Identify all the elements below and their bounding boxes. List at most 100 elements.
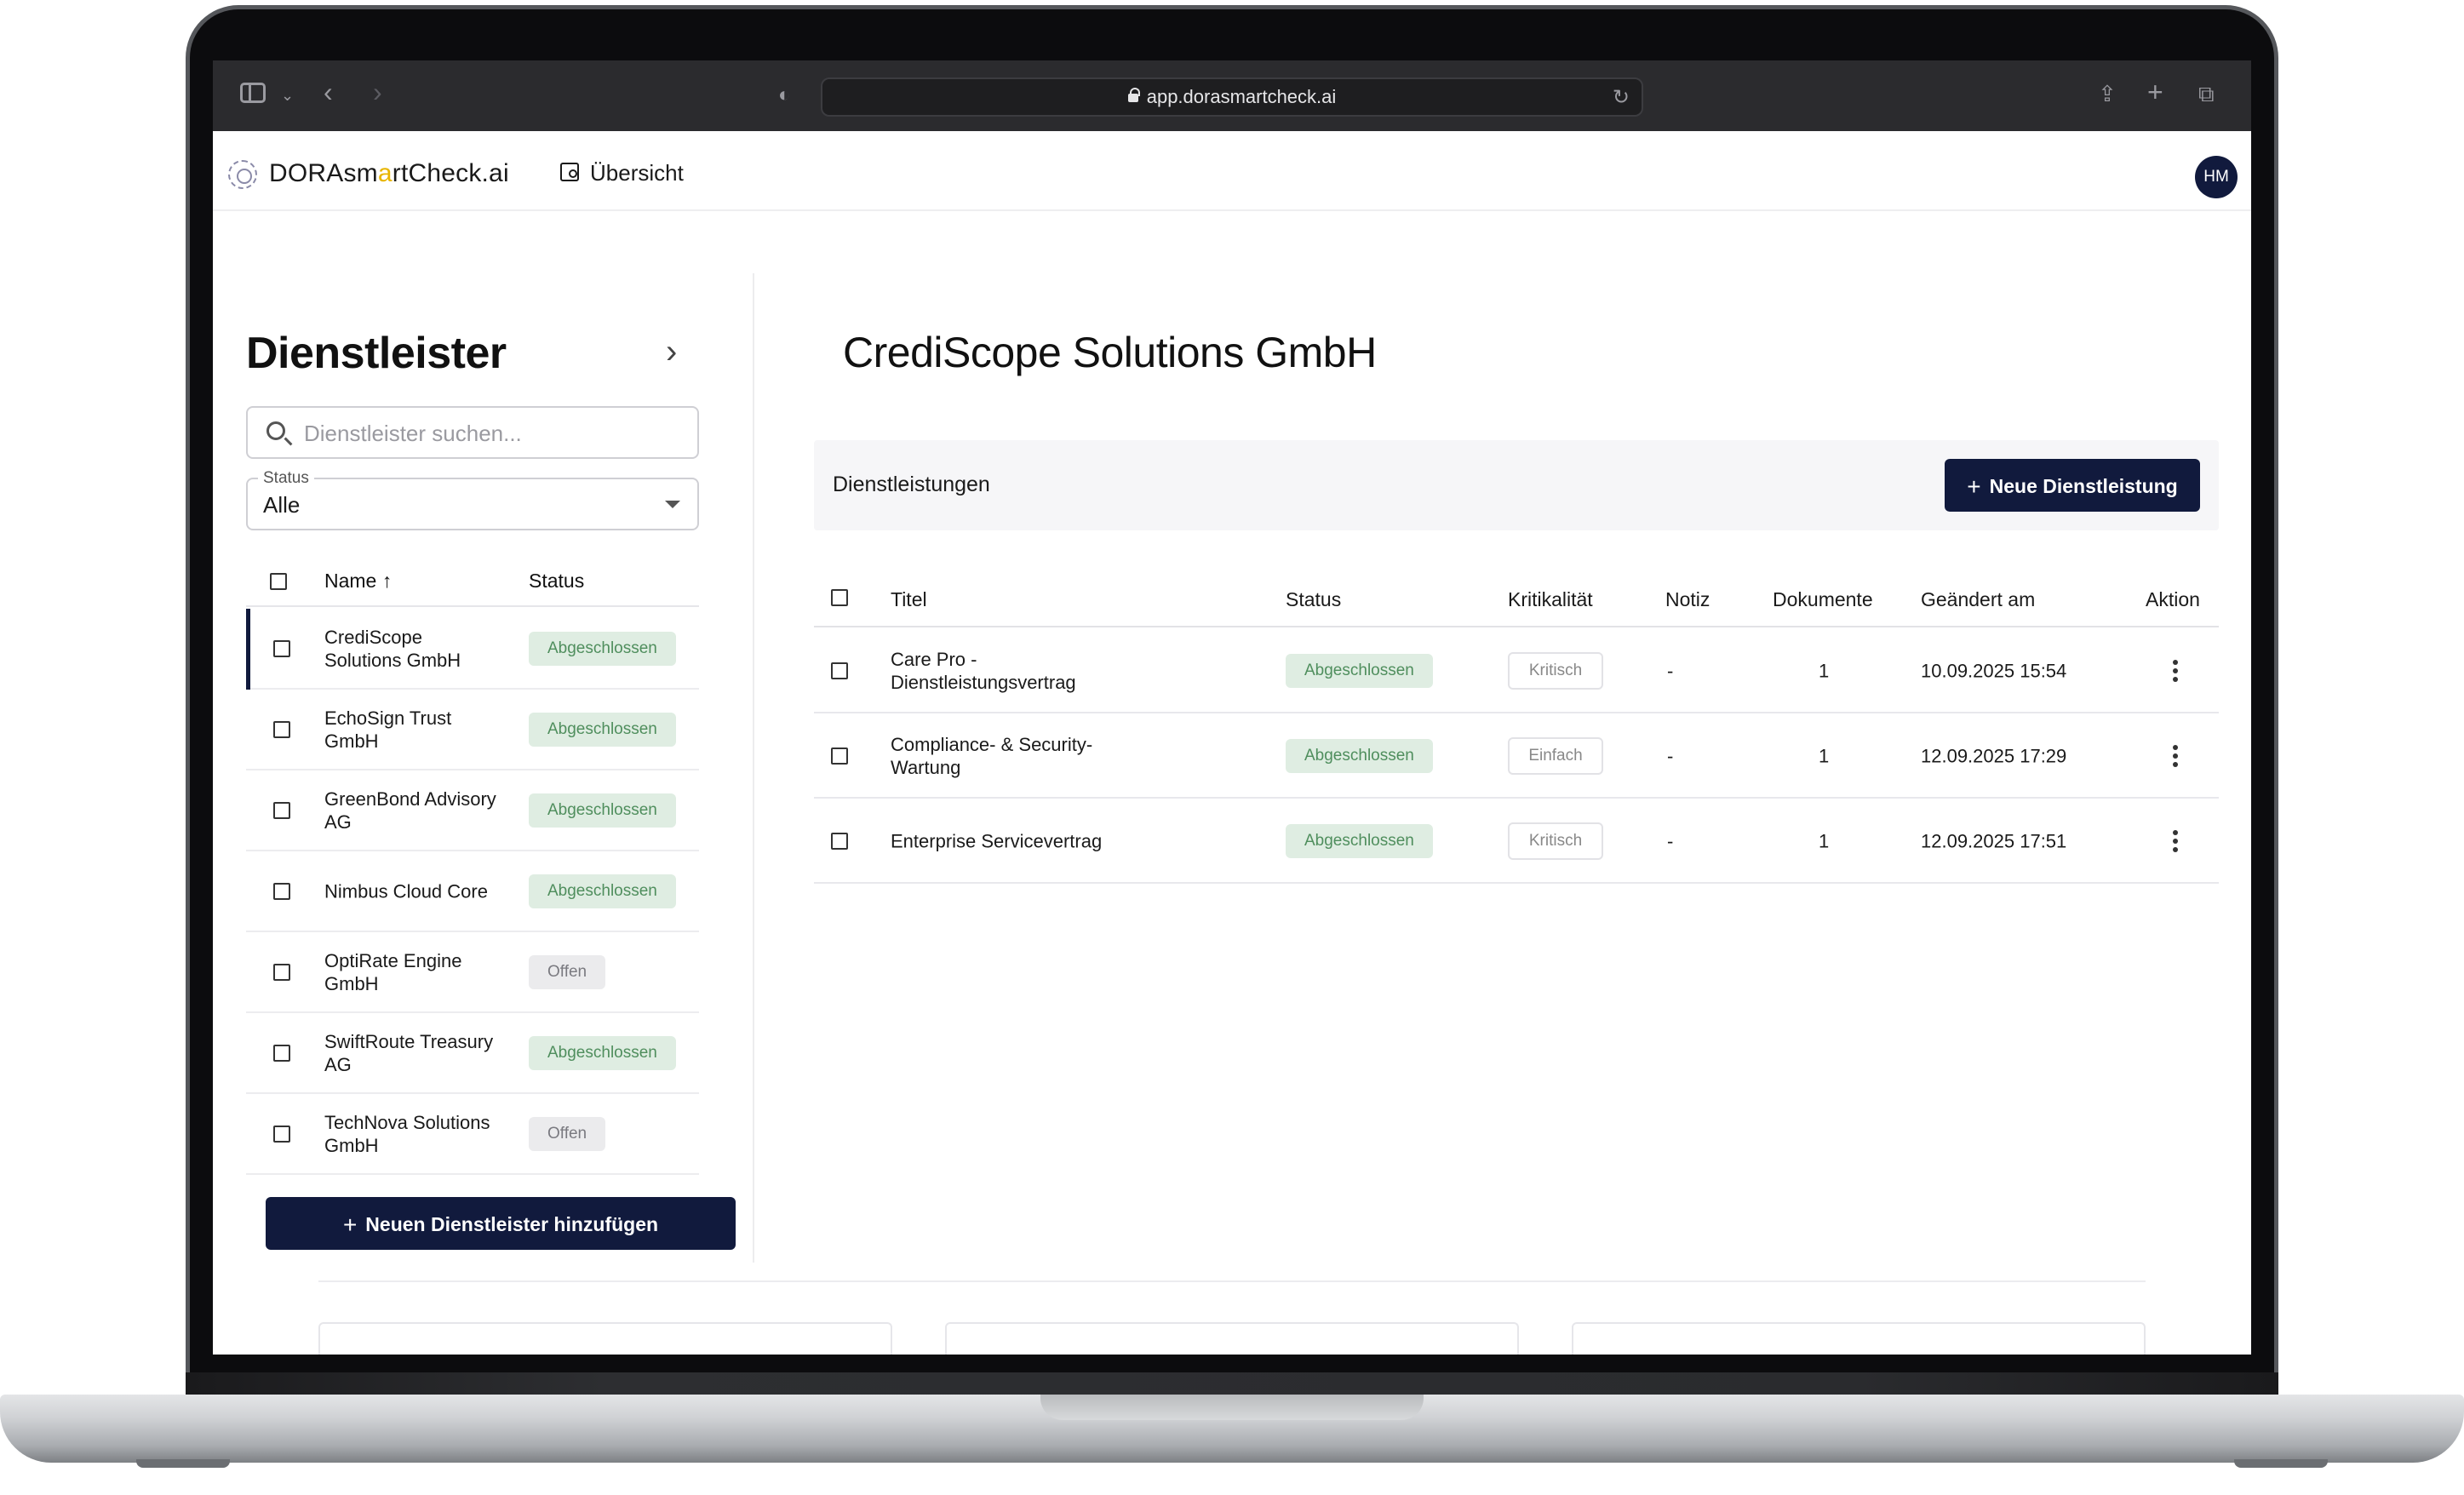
services-toolbar: Dienstleistungen + Neue Dienstleistung xyxy=(814,440,2219,530)
new-service-button[interactable]: + Neue Dienstleistung xyxy=(1945,459,2200,512)
status-filter-value: Alle xyxy=(263,492,301,518)
provider-search-input[interactable] xyxy=(304,418,679,449)
column-status: Status xyxy=(529,570,585,592)
column-title[interactable]: Titel xyxy=(891,588,927,611)
summary-card xyxy=(318,1322,892,1355)
provider-list-header: Name ↑ Status xyxy=(246,554,699,607)
brand-logo-text[interactable]: DORAsmartCheck.ai xyxy=(269,159,509,188)
dropdown-caret-icon xyxy=(665,501,680,508)
status-badge: Abgeschlossen xyxy=(529,1035,676,1070)
criticality-badge: Einfach xyxy=(1508,736,1603,775)
row-checkbox[interactable] xyxy=(831,833,848,850)
tabs-overview-icon[interactable]: ⧉ xyxy=(2198,81,2215,106)
column-name-sort[interactable]: Name ↑ xyxy=(324,570,392,593)
avatar[interactable]: HM xyxy=(2195,156,2238,198)
laptop-notch xyxy=(1040,1395,1424,1420)
row-checkbox[interactable] xyxy=(273,1045,290,1062)
table-row[interactable]: Enterprise Servicevertrag Abgeschlossen … xyxy=(814,799,2219,884)
laptop-foot-left xyxy=(136,1459,230,1468)
add-provider-button[interactable]: + Neuen Dienstleister hinzufügen xyxy=(266,1197,736,1250)
logo-icon[interactable] xyxy=(228,160,257,189)
provider-row[interactable]: GreenBond Advisory AG Abgeschlossen xyxy=(246,770,699,851)
column-criticality[interactable]: Kritikalität xyxy=(1508,588,1593,611)
provider-name: CrediScope Solutions GmbH xyxy=(324,626,461,671)
select-all-checkbox[interactable] xyxy=(270,573,287,590)
note-cell: - xyxy=(1667,830,1674,851)
address-bar[interactable]: app.dorasmartcheck.ai ↻ xyxy=(821,77,1643,117)
lock-icon xyxy=(1127,88,1140,102)
changed-cell: 12.09.2025 17:51 xyxy=(1921,830,2067,851)
status-badge: Abgeschlossen xyxy=(529,631,676,666)
plus-icon: + xyxy=(342,1211,358,1238)
row-checkbox[interactable] xyxy=(273,883,290,900)
more-actions-icon[interactable] xyxy=(2173,829,2178,852)
status-badge: Abgeschlossen xyxy=(529,874,676,908)
provider-search[interactable] xyxy=(246,406,699,459)
row-checkbox[interactable] xyxy=(831,662,848,679)
panel-divider xyxy=(753,273,754,1263)
more-actions-icon[interactable] xyxy=(2173,659,2178,682)
shield-icon[interactable]: ◐ xyxy=(778,83,791,108)
row-checkbox[interactable] xyxy=(273,721,290,738)
service-title: Compliance- & Security- Wartung xyxy=(891,733,1093,778)
forward-icon[interactable]: › xyxy=(373,78,382,106)
provider-name: GreenBond Advisory AG xyxy=(324,788,496,833)
provider-row[interactable]: OptiRate Engine GmbH Offen xyxy=(246,932,699,1013)
column-note[interactable]: Notiz xyxy=(1665,588,1710,611)
table-row[interactable]: Care Pro - Dienstleistungsvertrag Abgesch… xyxy=(814,629,2219,713)
row-checkbox[interactable] xyxy=(273,640,290,657)
documents-cell: 1 xyxy=(1819,830,1830,851)
more-actions-icon[interactable] xyxy=(2173,744,2178,767)
reload-icon[interactable]: ↻ xyxy=(1613,80,1630,116)
app-header: DORAsmartCheck.ai Übersicht HM xyxy=(213,131,2251,211)
status-badge: Abgeschlossen xyxy=(1286,653,1433,688)
providers-title: Dienstleister xyxy=(246,329,507,378)
plus-icon: + xyxy=(1967,473,1981,500)
note-cell: - xyxy=(1667,660,1674,681)
status-filter-label: Status xyxy=(258,469,314,488)
section-divider xyxy=(318,1280,2146,1282)
service-title: Enterprise Servicevertrag xyxy=(891,830,1103,851)
provider-row[interactable]: SwiftRoute Treasury AG Abgeschlossen xyxy=(246,1013,699,1094)
provider-name: SwiftRoute Treasury AG xyxy=(324,1030,494,1075)
provider-row[interactable]: Nimbus Cloud Core Abgeschlossen xyxy=(246,851,699,932)
search-icon xyxy=(266,421,285,440)
provider-row[interactable]: CrediScope Solutions GmbH Abgeschlossen xyxy=(246,609,699,690)
table-row[interactable]: Compliance- & Security- Wartung Abgeschlo… xyxy=(814,714,2219,799)
documents-cell: 1 xyxy=(1819,745,1830,766)
provider-row[interactable]: TechNova Solutions GmbH Offen xyxy=(246,1094,699,1175)
chevron-right-icon[interactable]: › xyxy=(666,333,677,371)
service-title: Care Pro - Dienstleistungsvertrag xyxy=(891,648,1076,693)
share-icon[interactable]: ⇪ xyxy=(2098,81,2117,106)
provider-name: OptiRate Engine GmbH xyxy=(324,949,462,994)
row-checkbox[interactable] xyxy=(273,964,290,981)
documents-cell: 1 xyxy=(1819,660,1830,681)
status-filter-select[interactable]: Status Alle xyxy=(246,469,699,530)
provider-row[interactable]: EchoSign Trust GmbH Abgeschlossen xyxy=(246,690,699,770)
status-badge: Abgeschlossen xyxy=(1286,738,1433,773)
services-label: Dienstleistungen xyxy=(833,473,990,496)
overview-icon[interactable] xyxy=(560,163,579,181)
status-badge: Abgeschlossen xyxy=(1286,823,1433,858)
column-status[interactable]: Status xyxy=(1286,588,1341,611)
column-changed[interactable]: Geändert am xyxy=(1921,588,2035,611)
row-checkbox[interactable] xyxy=(831,748,848,765)
back-icon[interactable]: ‹ xyxy=(324,78,333,106)
chevron-down-icon[interactable]: ⌄ xyxy=(281,83,294,108)
row-checkbox[interactable] xyxy=(273,1126,290,1143)
status-badge: Abgeschlossen xyxy=(529,712,676,747)
sidebar-toggle-icon[interactable] xyxy=(240,83,266,103)
summary-card xyxy=(1572,1322,2146,1355)
provider-detail-title: CrediScope Solutions GmbH xyxy=(843,329,1377,376)
status-badge: Offen xyxy=(529,1116,606,1151)
changed-cell: 12.09.2025 17:29 xyxy=(1921,745,2067,766)
nav-overview-link[interactable]: Übersicht xyxy=(590,160,684,186)
row-checkbox[interactable] xyxy=(273,802,290,819)
provider-name: TechNova Solutions GmbH xyxy=(324,1111,490,1156)
criticality-badge: Kritisch xyxy=(1508,822,1603,860)
new-tab-icon[interactable]: + xyxy=(2147,78,2163,106)
browser-toolbar: ⌄ ‹ › ◐ app.dorasmartcheck.ai ↻ ⇪ + ⧉ xyxy=(213,60,2251,131)
column-documents[interactable]: Dokumente xyxy=(1773,588,1873,611)
criticality-badge: Kritisch xyxy=(1508,651,1603,690)
select-all-services-checkbox[interactable] xyxy=(831,589,848,606)
